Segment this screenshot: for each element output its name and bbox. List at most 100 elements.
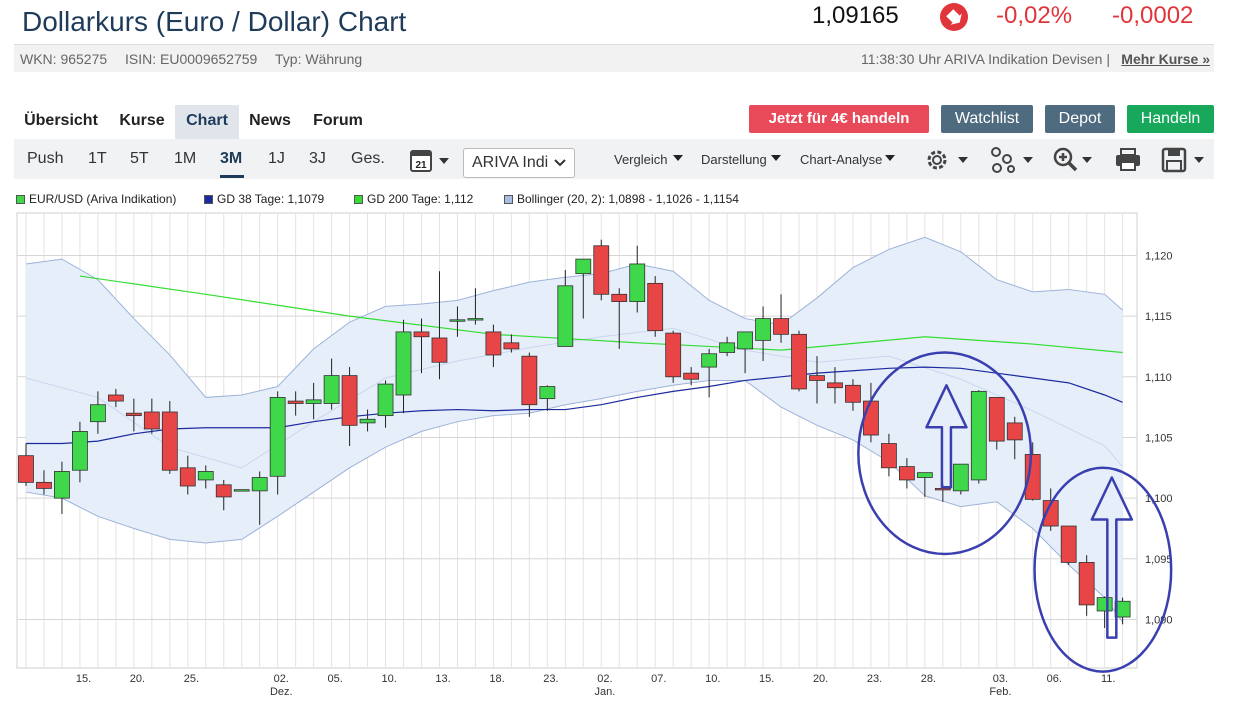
- candle-body: [323, 375, 340, 404]
- tab-chart[interactable]: Chart: [175, 105, 239, 139]
- calendar-icon[interactable]: 21: [409, 147, 453, 173]
- y-tick-label: 1,090: [1145, 614, 1173, 626]
- zoom-in-icon[interactable]: [1052, 146, 1098, 174]
- candle-body: [1006, 422, 1023, 441]
- x-tick-label: 15.: [76, 673, 91, 685]
- candle-body: [539, 386, 556, 400]
- source-select-value: ARIVA Indi: [472, 154, 549, 171]
- candle-body: [485, 331, 502, 356]
- menu-chart-analyse[interactable]: Chart-Analyse: [800, 152, 882, 167]
- range-3j[interactable]: 3J: [309, 150, 326, 168]
- y-tick-label: 1,095: [1145, 554, 1173, 566]
- security-meta-bar: WKN: 965275 ISIN: EU0009652759 Typ: Währ…: [14, 44, 1214, 72]
- candle-body: [89, 404, 106, 423]
- range-ges[interactable]: Ges.: [351, 150, 385, 168]
- type-label: Typ: Währung: [275, 51, 363, 67]
- range-1j[interactable]: 1J: [268, 150, 285, 168]
- watchlist-button[interactable]: Watchlist: [941, 105, 1033, 133]
- chart-toolbar: Push 1T 5T 1M 3M 1J 3J Ges. 21 ARIVA Ind…: [14, 139, 1214, 179]
- source-select[interactable]: ARIVA Indi: [463, 148, 575, 178]
- trade-cta-button[interactable]: Jetzt für 4€ handeln: [749, 105, 929, 133]
- x-tick-label: 11.: [1101, 673, 1115, 685]
- x-tick-label: 13.: [435, 673, 450, 685]
- tab-kurse[interactable]: Kurse: [110, 105, 174, 139]
- candle-body: [233, 489, 250, 492]
- depot-button[interactable]: Depot: [1045, 105, 1115, 133]
- svg-text:21: 21: [415, 160, 427, 171]
- candle-body: [107, 394, 124, 402]
- candle-body: [18, 455, 34, 483]
- main-nav: Übersicht Kurse Chart News Forum Jetzt f…: [14, 105, 1214, 139]
- caret-down-icon: [673, 155, 683, 161]
- y-tick-label: 1,115: [1145, 311, 1172, 323]
- range-push[interactable]: Push: [27, 150, 63, 168]
- down-arrow-icon: [940, 3, 968, 31]
- x-tick-label: 02.: [274, 673, 289, 685]
- candle-body: [1078, 562, 1095, 606]
- candle-body: [863, 400, 879, 436]
- range-1m[interactable]: 1M: [174, 150, 196, 168]
- candle-body: [449, 319, 466, 322]
- change-percent: -0,02%: [996, 2, 1073, 29]
- x-tick-label: 20.: [130, 673, 145, 685]
- candle-body: [467, 318, 484, 321]
- x-tick-month-label: Dez.: [270, 686, 293, 698]
- candle-body: [629, 263, 646, 302]
- candle-body: [809, 375, 825, 381]
- x-tick-label: 20.: [813, 673, 828, 685]
- tab-forum[interactable]: Forum: [306, 105, 370, 139]
- candle-body: [125, 412, 142, 417]
- caret-down-icon: [885, 155, 895, 161]
- chevron-down-icon: [554, 159, 566, 167]
- candle-body: [845, 384, 861, 403]
- indication-label: 11:38:30 Uhr ARIVA Indikation Devisen |: [860, 51, 1110, 67]
- range-1t[interactable]: 1T: [88, 150, 107, 168]
- price-chart[interactable]: 1,0901,0951,1001,1051,1101,1151,12015. 20…: [0, 190, 1241, 710]
- candle-body: [755, 318, 771, 341]
- candle-body: [54, 471, 70, 499]
- indicators-icon[interactable]: [989, 146, 1035, 174]
- handeln-button[interactable]: Handeln: [1127, 105, 1214, 133]
- tab-uebersicht[interactable]: Übersicht: [14, 105, 108, 139]
- y-tick-label: 1,120: [1145, 250, 1173, 262]
- candle-body: [413, 331, 430, 338]
- candle-body: [395, 331, 412, 396]
- candle-body: [665, 332, 682, 378]
- candle-body: [719, 342, 736, 353]
- range-3m[interactable]: 3M: [220, 150, 242, 168]
- candle-body: [251, 477, 268, 492]
- candle-body: [341, 375, 358, 426]
- x-tick-label: 23.: [867, 673, 882, 685]
- candle-body: [916, 472, 933, 478]
- candle-body: [161, 411, 178, 471]
- y-tick-label: 1,110: [1145, 372, 1172, 384]
- menu-darstellung[interactable]: Darstellung: [701, 152, 767, 167]
- menu-vergleich[interactable]: Vergleich: [614, 152, 667, 167]
- print-icon[interactable]: [1114, 147, 1144, 173]
- wkn-label: WKN: 965275: [20, 51, 108, 67]
- active-range-underline: [220, 175, 244, 178]
- current-price: 1,09165: [812, 2, 899, 29]
- candle-body: [827, 382, 843, 389]
- save-icon[interactable]: [1160, 146, 1206, 174]
- candle-body: [215, 484, 232, 498]
- candle-body: [72, 430, 88, 471]
- x-tick-label: 23.: [543, 673, 558, 685]
- range-5t[interactable]: 5T: [130, 150, 149, 168]
- candle-body: [305, 399, 322, 404]
- settings-gear-icon[interactable]: [924, 147, 970, 173]
- candle-body: [143, 411, 160, 430]
- candle-body: [557, 285, 574, 347]
- candle-body: [521, 355, 538, 406]
- x-tick-label: 10.: [381, 673, 396, 685]
- candle-body: [431, 337, 448, 363]
- candle-body: [898, 466, 915, 481]
- x-tick-month-label: Feb.: [989, 686, 1011, 698]
- candle-body: [881, 443, 897, 469]
- candle-body: [359, 418, 376, 424]
- more-quotes-link[interactable]: Mehr Kurse »: [1121, 51, 1210, 67]
- tab-news[interactable]: News: [242, 105, 298, 139]
- x-tick-label: 02.: [597, 673, 612, 685]
- x-tick-label: 18.: [489, 673, 504, 685]
- candle-body: [683, 372, 700, 380]
